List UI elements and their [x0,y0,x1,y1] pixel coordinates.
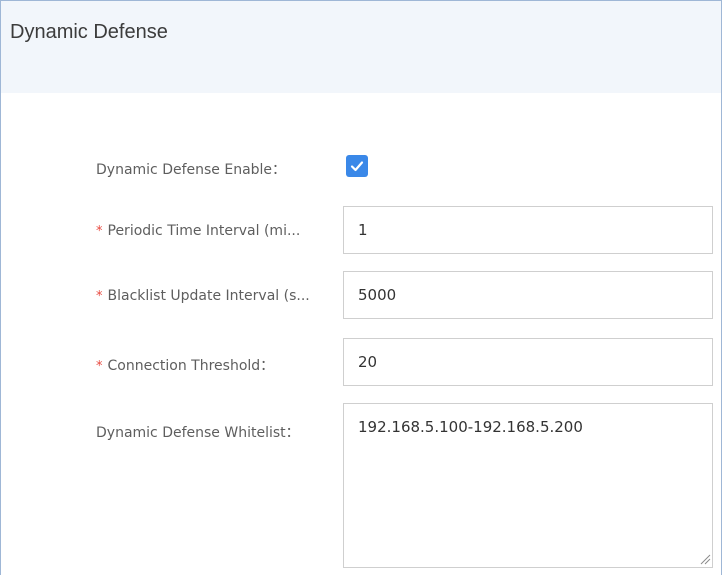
blacklist-interval-input[interactable] [343,271,713,319]
connection-threshold-label: * Connection Threshold： [96,355,274,375]
whitelist-label-text: Dynamic Defense Whitelist： [96,425,300,441]
blacklist-interval-label: * Blacklist Update Interval (s... [96,288,310,304]
required-mark: * [96,359,103,374]
check-icon [350,161,364,172]
dynamic-defense-panel: Dynamic Defense Dynamic Defense Enable： … [0,0,722,575]
blacklist-interval-label-text: Blacklist Update Interval (s... [107,288,310,304]
periodic-interval-label: * Periodic Time Interval (mi... [96,223,300,239]
dynamic-defense-enable-label: Dynamic Defense Enable： [96,159,286,179]
required-mark: * [96,224,103,239]
whitelist-label: Dynamic Defense Whitelist： [96,422,300,442]
enable-label-text: Dynamic Defense Enable： [96,162,287,178]
periodic-interval-label-text: Periodic Time Interval (mi... [107,223,301,239]
connection-threshold-label-text: Connection Threshold： [107,358,275,374]
panel-header: Dynamic Defense [1,1,721,93]
connection-threshold-input[interactable] [343,338,713,386]
resize-grip-icon[interactable] [700,554,711,565]
dynamic-defense-enable-checkbox[interactable] [346,155,368,177]
whitelist-textarea[interactable]: 192.168.5.100-192.168.5.200 [343,403,713,568]
required-mark: * [96,289,103,304]
panel-title: Dynamic Defense [10,21,168,43]
periodic-interval-input[interactable] [343,206,713,254]
